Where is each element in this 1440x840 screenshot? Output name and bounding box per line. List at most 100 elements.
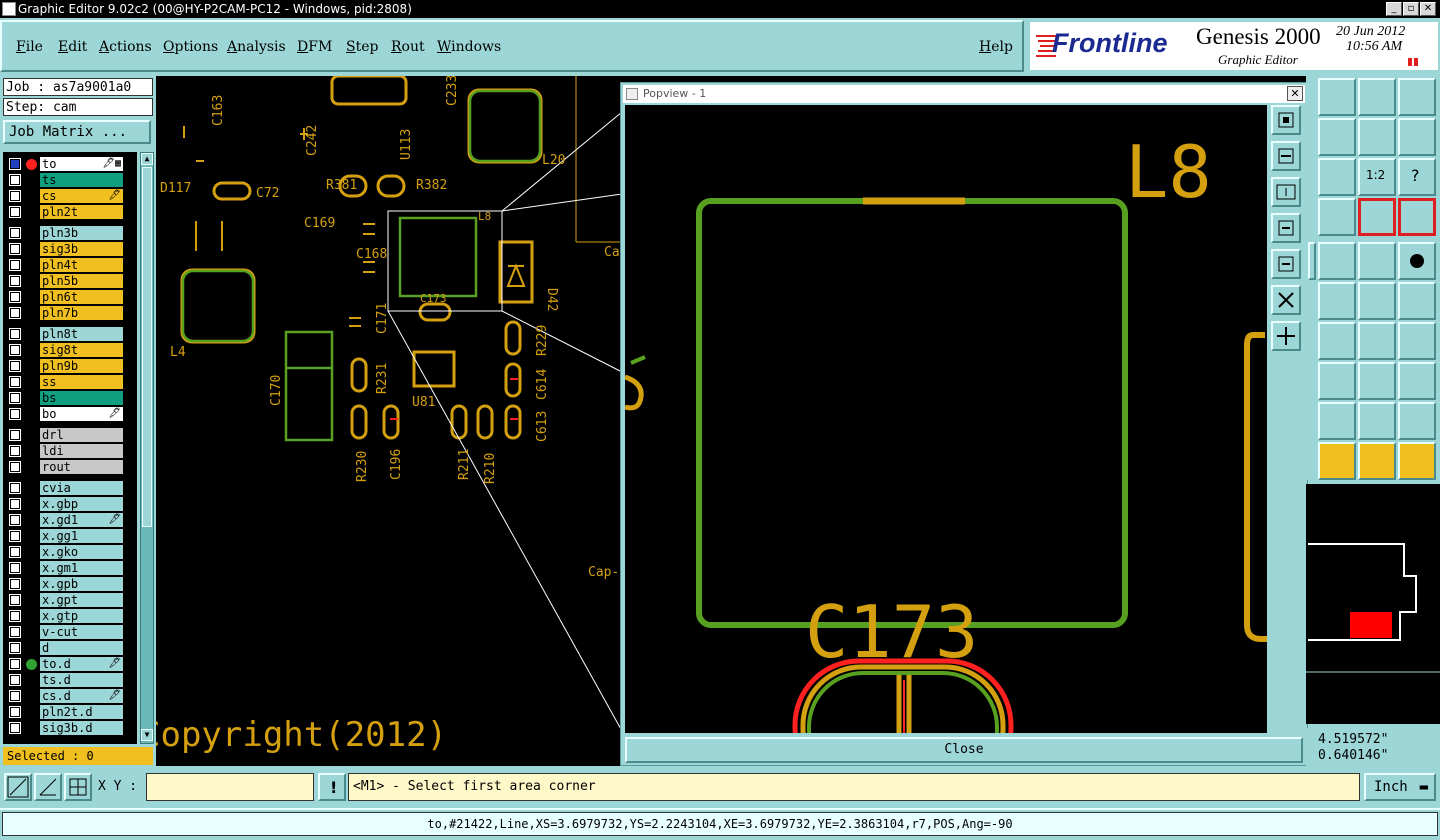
layer-name[interactable]: pln8t bbox=[40, 327, 123, 341]
layer-name[interactable]: x.gg1 bbox=[40, 529, 123, 543]
layer-name[interactable]: rout bbox=[40, 460, 123, 474]
layer-name[interactable]: ss bbox=[40, 375, 123, 389]
layer-row-pln3b[interactable]: pln3b bbox=[3, 225, 137, 241]
menu-edit[interactable]: Edit bbox=[58, 39, 87, 55]
layer-name[interactable]: pln2t bbox=[40, 205, 123, 219]
resize-icon[interactable] bbox=[1358, 362, 1396, 400]
shape-icon[interactable] bbox=[1398, 362, 1436, 400]
polygon-icon[interactable] bbox=[1318, 402, 1356, 440]
layer-row-pln6t[interactable]: pln6t bbox=[3, 289, 137, 305]
layer-row-pln4t[interactable]: pln4t bbox=[3, 257, 137, 273]
layer-name[interactable]: to.d 🖋 bbox=[40, 657, 123, 671]
layer-row-sig3b[interactable]: sig3b bbox=[3, 241, 137, 257]
add-arc-icon[interactable] bbox=[1398, 282, 1436, 320]
layer-row-cs[interactable]: cs 🖋 bbox=[3, 188, 137, 204]
layer-checkbox[interactable] bbox=[10, 329, 20, 339]
layer-name[interactable]: bo 🖋 bbox=[40, 407, 123, 421]
layer-checkbox[interactable] bbox=[10, 643, 20, 653]
layer-row-ldi[interactable]: ldi bbox=[3, 443, 137, 459]
ruler-icon[interactable] bbox=[1358, 242, 1396, 280]
grid-snap-icon[interactable] bbox=[64, 773, 92, 801]
overview-panel[interactable] bbox=[1306, 484, 1440, 724]
scroll-down-icon[interactable]: ▼ bbox=[141, 729, 153, 741]
popview-pan-left-button[interactable] bbox=[1271, 213, 1301, 243]
measure-icon[interactable] bbox=[1318, 242, 1356, 280]
menu-options[interactable]: Options bbox=[163, 39, 218, 55]
layer-row-v-cut[interactable]: v-cut bbox=[3, 624, 137, 640]
select-pointer-icon[interactable] bbox=[1358, 442, 1396, 480]
layer-checkbox[interactable] bbox=[10, 228, 20, 238]
layer-row-d[interactable]: d bbox=[3, 640, 137, 656]
help-query-icon[interactable]: ? bbox=[1398, 158, 1436, 196]
layer-checkbox[interactable] bbox=[10, 691, 20, 701]
layer-checkbox[interactable] bbox=[10, 446, 20, 456]
layer-checkbox[interactable] bbox=[10, 276, 20, 286]
units-select[interactable]: Inch ▬ bbox=[1364, 773, 1436, 801]
alert-icon[interactable]: ! bbox=[318, 773, 346, 801]
popview-expand-button[interactable] bbox=[1271, 285, 1301, 315]
layer-checkbox[interactable] bbox=[10, 531, 20, 541]
layer-checkbox[interactable] bbox=[10, 483, 20, 493]
export-icon[interactable] bbox=[1318, 118, 1356, 156]
rotate-icon[interactable] bbox=[1358, 322, 1396, 360]
layer-row-cvia[interactable]: cvia bbox=[3, 480, 137, 496]
layer-checkbox[interactable] bbox=[10, 595, 20, 605]
polygon-cut-icon[interactable] bbox=[1398, 402, 1436, 440]
snap-mode-icon[interactable] bbox=[4, 773, 32, 801]
layer-name[interactable]: x.gpt bbox=[40, 593, 123, 607]
minimize-button[interactable]: _ bbox=[1386, 2, 1402, 16]
cut-line-icon[interactable] bbox=[1318, 362, 1356, 400]
menu-analysis[interactable]: Analysis bbox=[227, 39, 286, 55]
menu-dfm[interactable]: DFM bbox=[297, 39, 332, 55]
grid-icon[interactable] bbox=[1318, 198, 1356, 236]
layer-row-x-gtp[interactable]: x.gtp bbox=[3, 608, 137, 624]
popview-pan-right-button[interactable] bbox=[1271, 249, 1301, 279]
connectivity-icon[interactable] bbox=[1358, 198, 1396, 236]
zoom-home-icon[interactable] bbox=[1318, 158, 1356, 196]
measure-mode-icon[interactable] bbox=[34, 773, 62, 801]
job-matrix-button[interactable]: Job Matrix ... bbox=[3, 120, 151, 144]
layer-checkbox[interactable] bbox=[10, 308, 20, 318]
layer-name[interactable]: sig3b bbox=[40, 242, 123, 256]
layer-checkbox[interactable] bbox=[10, 627, 20, 637]
polygon-edit-icon[interactable] bbox=[1358, 402, 1396, 440]
layer-name[interactable]: v-cut bbox=[40, 625, 123, 639]
menu-rout[interactable]: Rout bbox=[391, 39, 425, 55]
layer-name[interactable]: x.gd1 🖋 bbox=[40, 513, 123, 527]
layer-name[interactable]: ldi bbox=[40, 444, 123, 458]
layer-row-cs-d[interactable]: cs.d 🖋 bbox=[3, 688, 137, 704]
layer-name[interactable]: cs 🖋 bbox=[40, 189, 123, 203]
layer-row-to-d[interactable]: to.d 🖋 bbox=[3, 656, 137, 672]
layer-checkbox[interactable] bbox=[10, 515, 20, 525]
select-net-icon[interactable] bbox=[1398, 442, 1436, 480]
layer-row-drl[interactable]: drl bbox=[3, 427, 137, 443]
layer-checkbox[interactable] bbox=[10, 377, 20, 387]
layer-name[interactable]: cs.d 🖋 bbox=[40, 689, 123, 703]
layer-checkbox[interactable] bbox=[10, 499, 20, 509]
layer-row-pln2t-d[interactable]: pln2t.d bbox=[3, 704, 137, 720]
layer-checkbox[interactable] bbox=[10, 462, 20, 472]
layer-row-pln2t[interactable]: pln2t bbox=[3, 204, 137, 220]
popview-fit-button[interactable] bbox=[1271, 177, 1301, 207]
close-window-button[interactable]: ✕ bbox=[1420, 2, 1436, 16]
layer-name[interactable]: pln7b bbox=[40, 306, 123, 320]
swap-icon[interactable] bbox=[1358, 118, 1396, 156]
layer-row-pln7b[interactable]: pln7b bbox=[3, 305, 137, 321]
menu-help[interactable]: Help bbox=[979, 39, 1013, 55]
layer-name[interactable]: to 🖋▦ bbox=[40, 157, 123, 171]
layer-checkbox[interactable] bbox=[10, 207, 20, 217]
layer-name[interactable]: d bbox=[40, 641, 123, 655]
popview-close-icon[interactable]: ✕ bbox=[1287, 86, 1303, 101]
layer-row-x-gko[interactable]: x.gko bbox=[3, 544, 137, 560]
save-icon[interactable] bbox=[1318, 78, 1356, 116]
layer-checkbox[interactable] bbox=[10, 393, 20, 403]
layer-checkbox[interactable] bbox=[10, 361, 20, 371]
popview-close-button[interactable]: Close bbox=[625, 737, 1303, 763]
layer-name[interactable]: pln6t bbox=[40, 290, 123, 304]
layer-checkbox[interactable] bbox=[10, 675, 20, 685]
layer-checkbox[interactable] bbox=[10, 579, 20, 589]
menu-windows[interactable]: Windows bbox=[437, 39, 501, 55]
layer-checkbox[interactable] bbox=[10, 659, 20, 669]
cross-pad-icon[interactable] bbox=[1318, 282, 1356, 320]
layer-checkbox[interactable] bbox=[10, 191, 20, 201]
